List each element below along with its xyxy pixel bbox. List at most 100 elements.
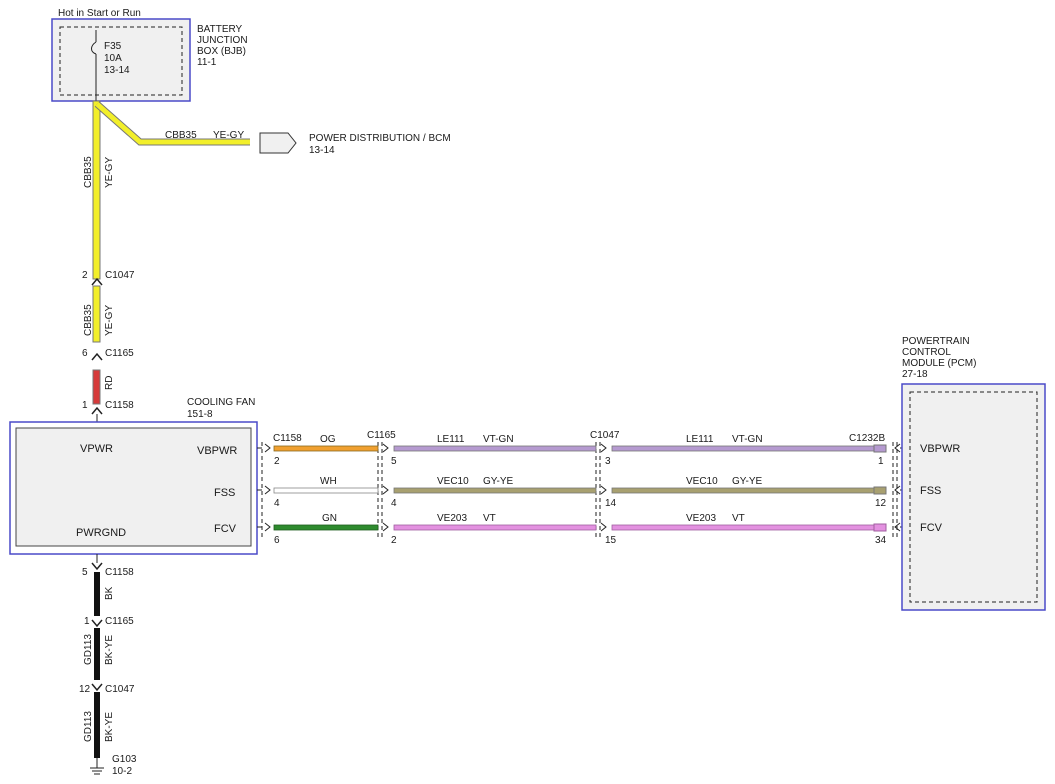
row1-fan-pin: 2 xyxy=(274,456,280,467)
row1-c1047-pin: 3 xyxy=(605,456,611,467)
row1-circuit2: LE111 xyxy=(686,434,714,445)
row2-color2: GY-YE xyxy=(732,476,763,487)
c1165-upper-connector-icon xyxy=(91,352,103,361)
seg2-color: YE-GY xyxy=(104,305,115,336)
power-dist-arrow-icon xyxy=(259,132,297,154)
row1-pcm-pin: 1 xyxy=(878,456,884,467)
pcm-title-3: MODULE (PCM) xyxy=(902,358,976,369)
gnd-c1158-label: C1158 xyxy=(105,567,134,578)
gnd-c1047-pin: 12 xyxy=(79,684,91,695)
c1165-lower-connector-icon xyxy=(91,619,103,628)
gnd-seg2-color: BK-YE xyxy=(104,635,115,665)
seg1-circuit: CBB35 xyxy=(83,156,94,188)
conn-c1232b: C1232B xyxy=(849,433,885,444)
fan-pin-fcv: FCV xyxy=(214,523,237,535)
wire-row-fss xyxy=(257,485,906,495)
row2-pcm-pin: 12 xyxy=(875,498,887,509)
gnd-c1165-label: C1165 xyxy=(105,616,134,627)
conn-c1158: C1158 xyxy=(273,433,302,444)
branch-color: YE-GY xyxy=(213,130,244,141)
conn-c1165: C1165 xyxy=(367,430,396,441)
branch-circuit: CBB35 xyxy=(165,130,197,141)
pcm-title-4: 27-18 xyxy=(902,369,928,380)
row1-circuit: LE111 xyxy=(437,434,465,445)
bjb-title-1: BATTERY xyxy=(197,24,243,35)
bjb-title-4: 11-1 xyxy=(197,57,217,68)
wire-row-vbpwr xyxy=(257,443,906,453)
seg1-color: YE-GY xyxy=(104,157,115,188)
g103-label: G103 xyxy=(112,754,137,765)
row3-color: VT xyxy=(483,513,496,524)
row3-seg-a-color: GN xyxy=(322,513,337,524)
pcm-pin-fss: FSS xyxy=(920,485,941,497)
row3-fan-pin: 6 xyxy=(274,535,280,546)
gnd-seg2-circuit: GD113 xyxy=(83,634,94,665)
c1165-upper-label: C1165 xyxy=(105,348,134,359)
c1047-upper-label: C1047 xyxy=(105,270,135,281)
pcm-title-2: CONTROL xyxy=(902,347,951,358)
power-dist-label: POWER DISTRIBUTION / BCM xyxy=(309,133,451,144)
gnd-seg1-color: BK xyxy=(104,586,115,600)
row3-color2: VT xyxy=(732,513,745,524)
seg2-circuit: CBB35 xyxy=(83,304,94,336)
cooling-fan-title: COOLING FAN xyxy=(187,397,255,408)
fan-vpwr: VPWR xyxy=(80,443,113,455)
pcm-pin-vbpwr: VBPWR xyxy=(920,443,960,455)
ground-symbol-icon xyxy=(90,758,104,775)
row3-circuit: VE203 xyxy=(437,513,467,524)
gnd-c1158-pin: 5 xyxy=(82,567,88,578)
bk-ye-wire-seg3 xyxy=(94,692,100,758)
c1047-upper-connector-icon xyxy=(91,277,103,286)
conn-c1047: C1047 xyxy=(590,430,620,441)
c1047-lower-connector-icon xyxy=(91,683,103,692)
pcm-pin-fcv: FCV xyxy=(920,522,943,534)
row3-pcm-pin: 34 xyxy=(875,535,887,546)
bjb-title-2: JUNCTION xyxy=(197,35,248,46)
c1158-upper-label: C1158 xyxy=(105,400,134,411)
row3-c1165-pin: 2 xyxy=(391,535,397,546)
c1158-lower-connector-icon xyxy=(91,562,103,571)
bk-wire-seg1 xyxy=(94,572,100,616)
fuse-ref: 13-14 xyxy=(104,65,130,76)
bjb-title-3: BOX (BJB) xyxy=(197,46,246,57)
gnd-c1047-label: C1047 xyxy=(105,684,135,695)
c1165-upper-pin: 6 xyxy=(82,348,88,359)
wiring-diagram: Hot in Start or Run F35 10A 13-14 BATTER… xyxy=(9,8,1046,777)
seg3-color: RD xyxy=(104,376,115,390)
row1-color2: VT-GN xyxy=(732,434,763,445)
gnd-seg3-circuit: GD113 xyxy=(83,711,94,742)
row2-color: GY-YE xyxy=(483,476,514,487)
row2-fan-pin: 4 xyxy=(274,498,280,509)
row2-circuit: VEC10 xyxy=(437,476,469,487)
cooling-fan-ref: 151-8 xyxy=(187,409,213,420)
row3-circuit2: VE203 xyxy=(686,513,716,524)
pcm-box xyxy=(901,383,1046,611)
row1-color: VT-GN xyxy=(483,434,514,445)
row2-circuit2: VEC10 xyxy=(686,476,718,487)
power-dist-ref: 13-14 xyxy=(309,145,335,156)
ye-gy-wire-seg2 xyxy=(92,285,101,343)
c1047-upper-pin: 2 xyxy=(82,270,88,281)
row1-c1165-pin: 5 xyxy=(391,456,397,467)
bk-ye-wire-seg2 xyxy=(94,628,100,680)
rd-wire-seg3 xyxy=(92,369,101,405)
c1158-upper-connector-icon xyxy=(91,406,103,415)
row2-c1047-pin: 14 xyxy=(605,498,617,509)
row2-c1165-pin: 4 xyxy=(391,498,397,509)
c1158-upper-pin: 1 xyxy=(82,400,88,411)
row3-c1047-pin: 15 xyxy=(605,535,617,546)
pcm-title-1: POWERTRAIN xyxy=(902,336,970,347)
fan-pwrgnd: PWRGND xyxy=(76,527,126,539)
fan-pin-vbpwr: VBPWR xyxy=(197,445,237,457)
fuse-name: F35 xyxy=(104,41,122,52)
wire-row-fcv xyxy=(257,522,906,532)
ye-gy-wire-vertical xyxy=(92,100,101,280)
row1-seg-a-color: OG xyxy=(320,434,336,445)
fuse-amperage: 10A xyxy=(104,53,122,64)
fan-pin-fss: FSS xyxy=(214,487,235,499)
top-note: Hot in Start or Run xyxy=(58,8,141,19)
gnd-c1165-pin: 1 xyxy=(84,616,90,627)
row2-seg-a-color: WH xyxy=(320,476,337,487)
gnd-seg3-color: BK-YE xyxy=(104,712,115,742)
g103-ref: 10-2 xyxy=(112,766,132,777)
